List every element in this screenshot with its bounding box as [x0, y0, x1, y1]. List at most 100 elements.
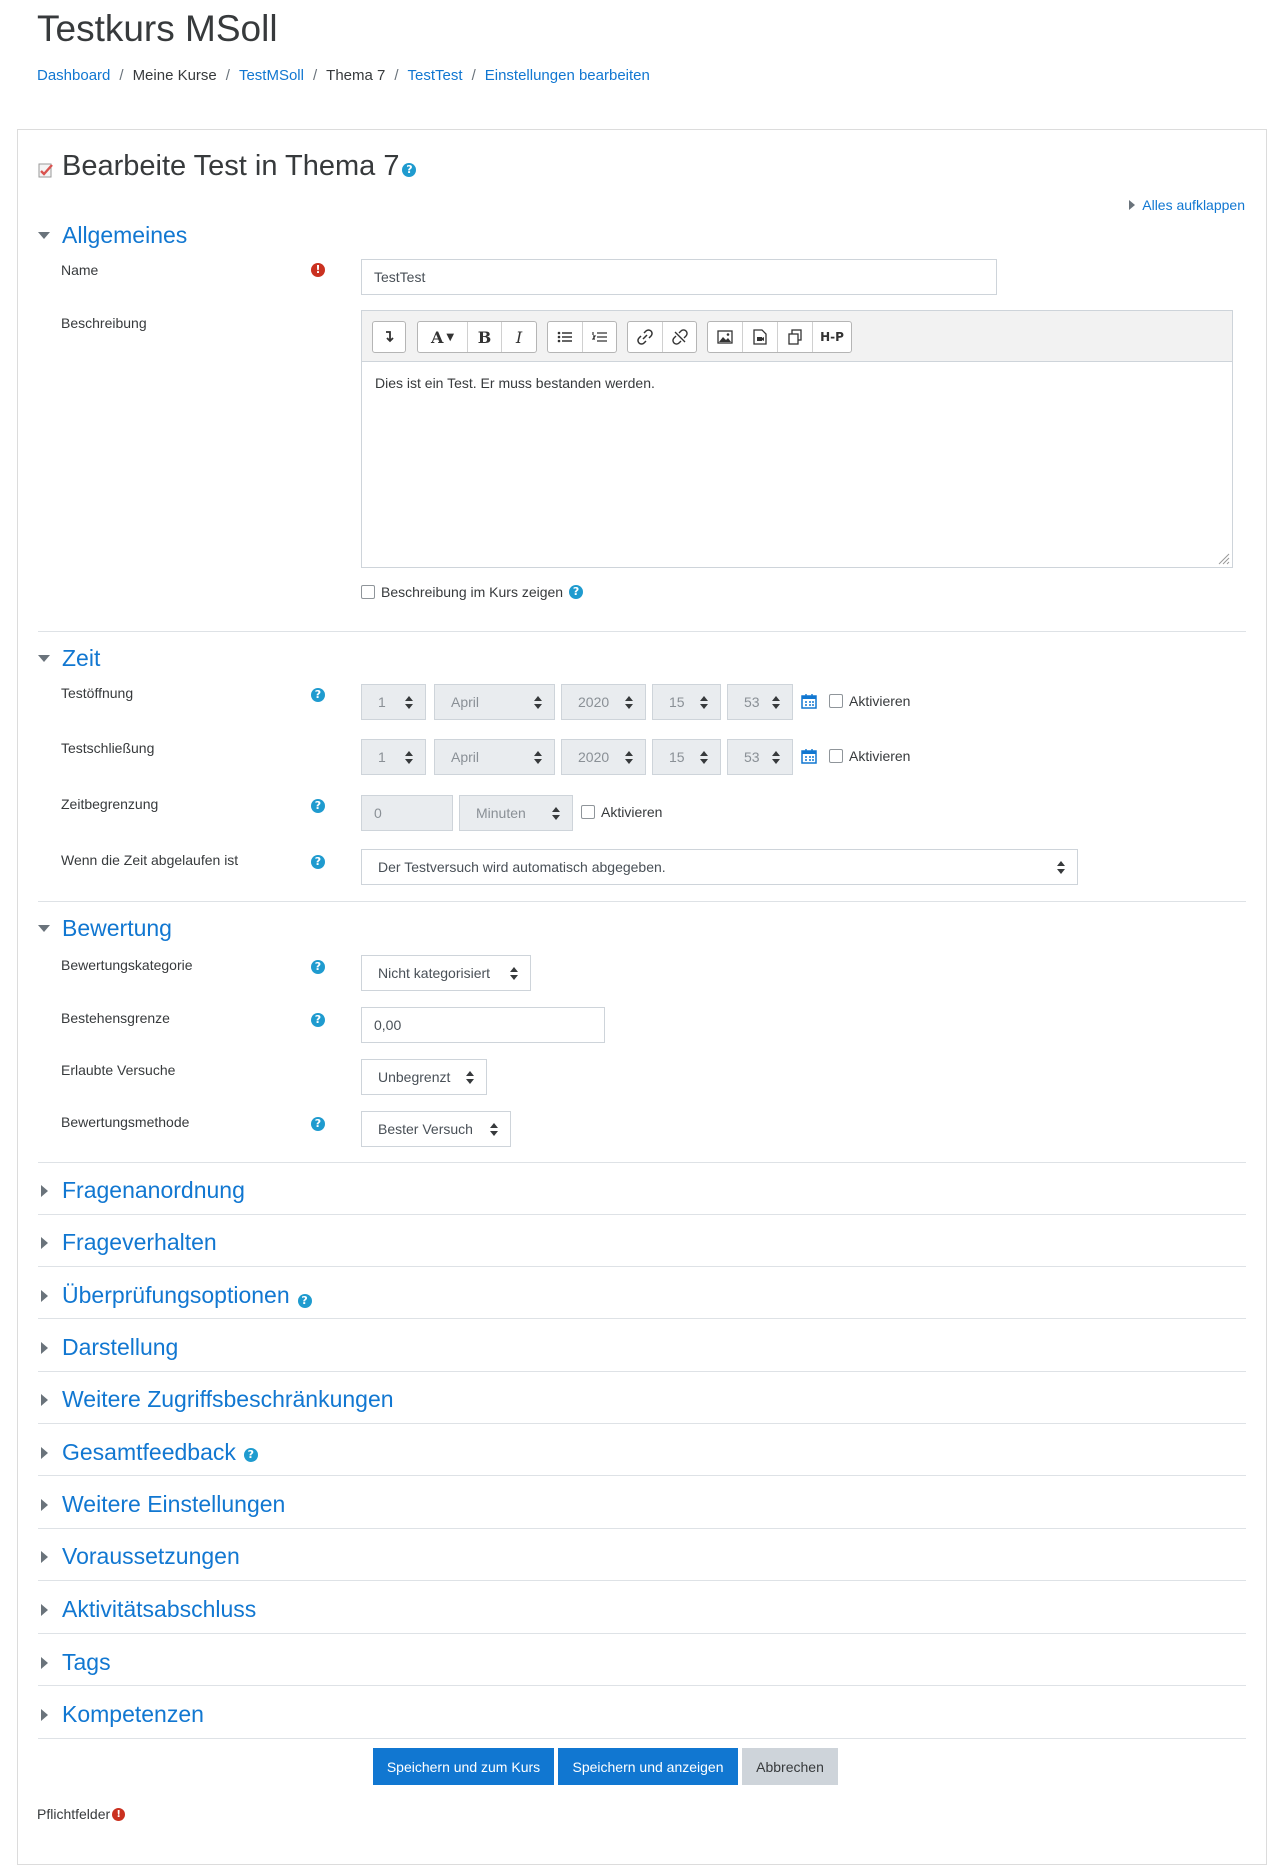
section-overall-feedback[interactable]: Gesamtfeedback ?: [38, 1439, 258, 1466]
time-close-enable-checkbox[interactable]: [829, 749, 843, 763]
unlink-button[interactable]: [663, 322, 696, 352]
help-icon[interactable]: ?: [243, 1447, 258, 1462]
section-title: Aktivitätsabschluss: [62, 1596, 257, 1622]
breadcrumb-dashboard[interactable]: Dashboard: [37, 67, 110, 84]
time-limit-enable-checkbox[interactable]: [581, 805, 595, 819]
chevron-right-icon: [41, 1393, 48, 1406]
course-title: Testkurs MSoll: [37, 8, 278, 49]
section-timing-title: Zeit: [62, 645, 101, 671]
enable-label: Aktivieren: [849, 748, 911, 764]
select-caret-icon: [772, 751, 780, 765]
section-tags[interactable]: Tags: [38, 1649, 111, 1676]
time-open-day-value: 1: [378, 694, 386, 710]
time-open-month-select[interactable]: April: [434, 684, 555, 720]
calendar-icon[interactable]: [801, 693, 817, 709]
italic-button[interactable]: I: [502, 322, 536, 352]
editor-toolbar: A ▼ B I H-P: [362, 311, 1232, 362]
section-display[interactable]: Darstellung: [38, 1334, 178, 1361]
grade-pass-input[interactable]: 0,00: [361, 1007, 605, 1043]
time-close-month-select[interactable]: April: [434, 739, 555, 775]
attempts-label: Erlaubte Versuche: [61, 1062, 176, 1078]
grade-method-value: Bester Versuch: [378, 1121, 473, 1137]
overdue-select[interactable]: Der Testversuch wird automatisch abgegeb…: [361, 849, 1078, 885]
section-divider: [38, 1580, 1246, 1581]
toolbar-group-links: [627, 321, 697, 353]
help-icon[interactable]: ?: [311, 1013, 325, 1027]
time-close-enable-option[interactable]: Aktivieren: [829, 748, 910, 764]
files-icon: [788, 329, 802, 345]
section-extra-restrictions[interactable]: Weitere Zugriffsbeschränkungen: [38, 1386, 394, 1413]
section-review-options[interactable]: Überprüfungsoptionen ?: [38, 1282, 312, 1309]
time-open-year-select[interactable]: 2020: [561, 684, 646, 720]
time-open-day-select[interactable]: 1: [361, 684, 426, 720]
select-caret-icon: [1057, 861, 1065, 875]
help-icon[interactable]: ?: [297, 1293, 312, 1308]
help-icon[interactable]: ?: [402, 162, 417, 177]
section-question-order[interactable]: Fragenanordnung: [38, 1177, 245, 1204]
section-question-behaviour[interactable]: Frageverhalten: [38, 1229, 217, 1256]
help-icon[interactable]: ?: [311, 688, 325, 702]
help-icon[interactable]: ?: [311, 1117, 325, 1131]
show-description-checkbox[interactable]: [361, 585, 375, 599]
section-competencies[interactable]: Kompetenzen: [38, 1701, 204, 1728]
section-divider: [38, 1266, 1246, 1267]
section-more-settings[interactable]: Weitere Einstellungen: [38, 1491, 285, 1518]
section-restrictions[interactable]: Voraussetzungen: [38, 1543, 240, 1570]
help-icon[interactable]: ?: [311, 855, 325, 869]
chevron-down-icon: [38, 655, 50, 662]
section-completion[interactable]: Aktivitätsabschluss: [38, 1596, 256, 1623]
time-close-day-select[interactable]: 1: [361, 739, 426, 775]
chevron-right-icon: [41, 1708, 48, 1721]
breadcrumb-separator: /: [394, 67, 399, 84]
insert-media-button[interactable]: [743, 322, 778, 352]
section-general[interactable]: Allgemeines: [38, 222, 187, 249]
h5p-button[interactable]: H-P: [813, 322, 851, 352]
section-timing[interactable]: Zeit: [38, 645, 100, 672]
time-close-hour-select[interactable]: 15: [652, 739, 721, 775]
unordered-list-button[interactable]: [548, 322, 583, 352]
manage-files-button[interactable]: [778, 322, 813, 352]
time-open-enable-option[interactable]: Aktivieren: [829, 693, 910, 709]
ordered-list-button[interactable]: [583, 322, 616, 352]
chevron-right-icon: [41, 1603, 48, 1616]
help-icon[interactable]: ?: [311, 960, 325, 974]
calendar-icon[interactable]: [801, 748, 817, 764]
description-textarea[interactable]: Dies ist ein Test. Er muss bestanden wer…: [362, 364, 1232, 567]
expand-all-link[interactable]: Alles aufklappen: [1129, 197, 1245, 213]
name-input[interactable]: TestTest: [361, 259, 997, 295]
section-divider: [38, 901, 1246, 902]
section-grade[interactable]: Bewertung: [38, 915, 172, 942]
time-close-year-select[interactable]: 2020: [561, 739, 646, 775]
grade-category-select[interactable]: Nicht kategorisiert: [361, 955, 531, 991]
attempts-select[interactable]: Unbegrenzt: [361, 1059, 487, 1095]
breadcrumb-quiz[interactable]: TestTest: [408, 67, 463, 84]
time-close-minute-select[interactable]: 53: [727, 739, 793, 775]
resize-handle-icon[interactable]: [1218, 553, 1230, 565]
breadcrumb-edit-settings[interactable]: Einstellungen bearbeiten: [485, 67, 650, 84]
help-icon[interactable]: ?: [569, 585, 584, 599]
time-open-hour-select[interactable]: 15: [652, 684, 721, 720]
paragraph-style-button[interactable]: A ▼: [418, 322, 468, 352]
select-caret-icon: [625, 696, 633, 710]
help-icon[interactable]: ?: [311, 799, 325, 813]
link-button[interactable]: [628, 322, 663, 352]
toolbar-toggle-button[interactable]: [373, 322, 405, 352]
time-limit-unit-select[interactable]: Minuten: [459, 795, 573, 831]
bold-button[interactable]: B: [468, 322, 502, 352]
show-description-option[interactable]: Beschreibung im Kurs zeigen ?: [361, 584, 584, 600]
arrow-down-icon: [386, 331, 394, 343]
section-title: Kompetenzen: [62, 1701, 204, 1727]
breadcrumb-course[interactable]: TestMSoll: [239, 67, 304, 84]
save-and-return-button[interactable]: Speichern und zum Kurs: [373, 1748, 554, 1785]
time-open-minute-select[interactable]: 53: [727, 684, 793, 720]
save-and-display-button[interactable]: Speichern und anzeigen: [558, 1748, 738, 1785]
grade-method-select[interactable]: Bester Versuch: [361, 1111, 511, 1147]
chevron-right-icon: [41, 1184, 48, 1197]
time-open-enable-checkbox[interactable]: [829, 694, 843, 708]
time-limit-input[interactable]: 0: [361, 795, 453, 831]
time-limit-enable-option[interactable]: Aktivieren: [581, 804, 662, 820]
chevron-right-icon: [41, 1498, 48, 1511]
insert-image-button[interactable]: [708, 322, 743, 352]
cancel-button[interactable]: Abbrechen: [742, 1748, 838, 1785]
time-close-month-value: April: [451, 749, 480, 765]
